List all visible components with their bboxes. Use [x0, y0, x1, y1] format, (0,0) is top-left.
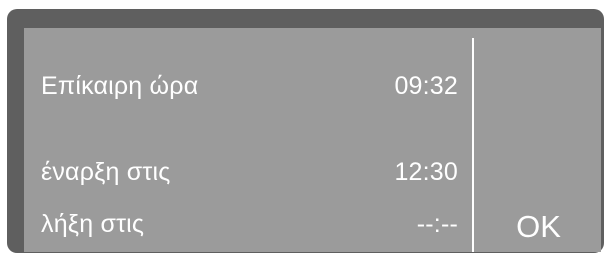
- start-time-row[interactable]: έναρξη στις 12:30: [24, 158, 464, 194]
- start-time-value: 12:30: [394, 158, 458, 186]
- end-time-row[interactable]: λήξη στις --:--: [24, 210, 464, 246]
- end-time-label: λήξη στις: [41, 210, 145, 238]
- display-frame: Επίκαιρη ώρα 09:32 έναρξη στις 12:30 λήξ…: [7, 9, 604, 253]
- current-time-value: 09:32: [394, 72, 458, 100]
- end-time-value: --:--: [416, 210, 458, 238]
- display-screen: Επίκαιρη ώρα 09:32 έναρξη στις 12:30 λήξ…: [24, 28, 601, 252]
- start-time-label: έναρξη στις: [41, 158, 171, 186]
- ok-button[interactable]: OK: [476, 204, 601, 250]
- vertical-divider: [472, 38, 474, 252]
- current-time-label: Επίκαιρη ώρα: [41, 72, 199, 100]
- current-time-row[interactable]: Επίκαιρη ώρα 09:32: [24, 72, 464, 108]
